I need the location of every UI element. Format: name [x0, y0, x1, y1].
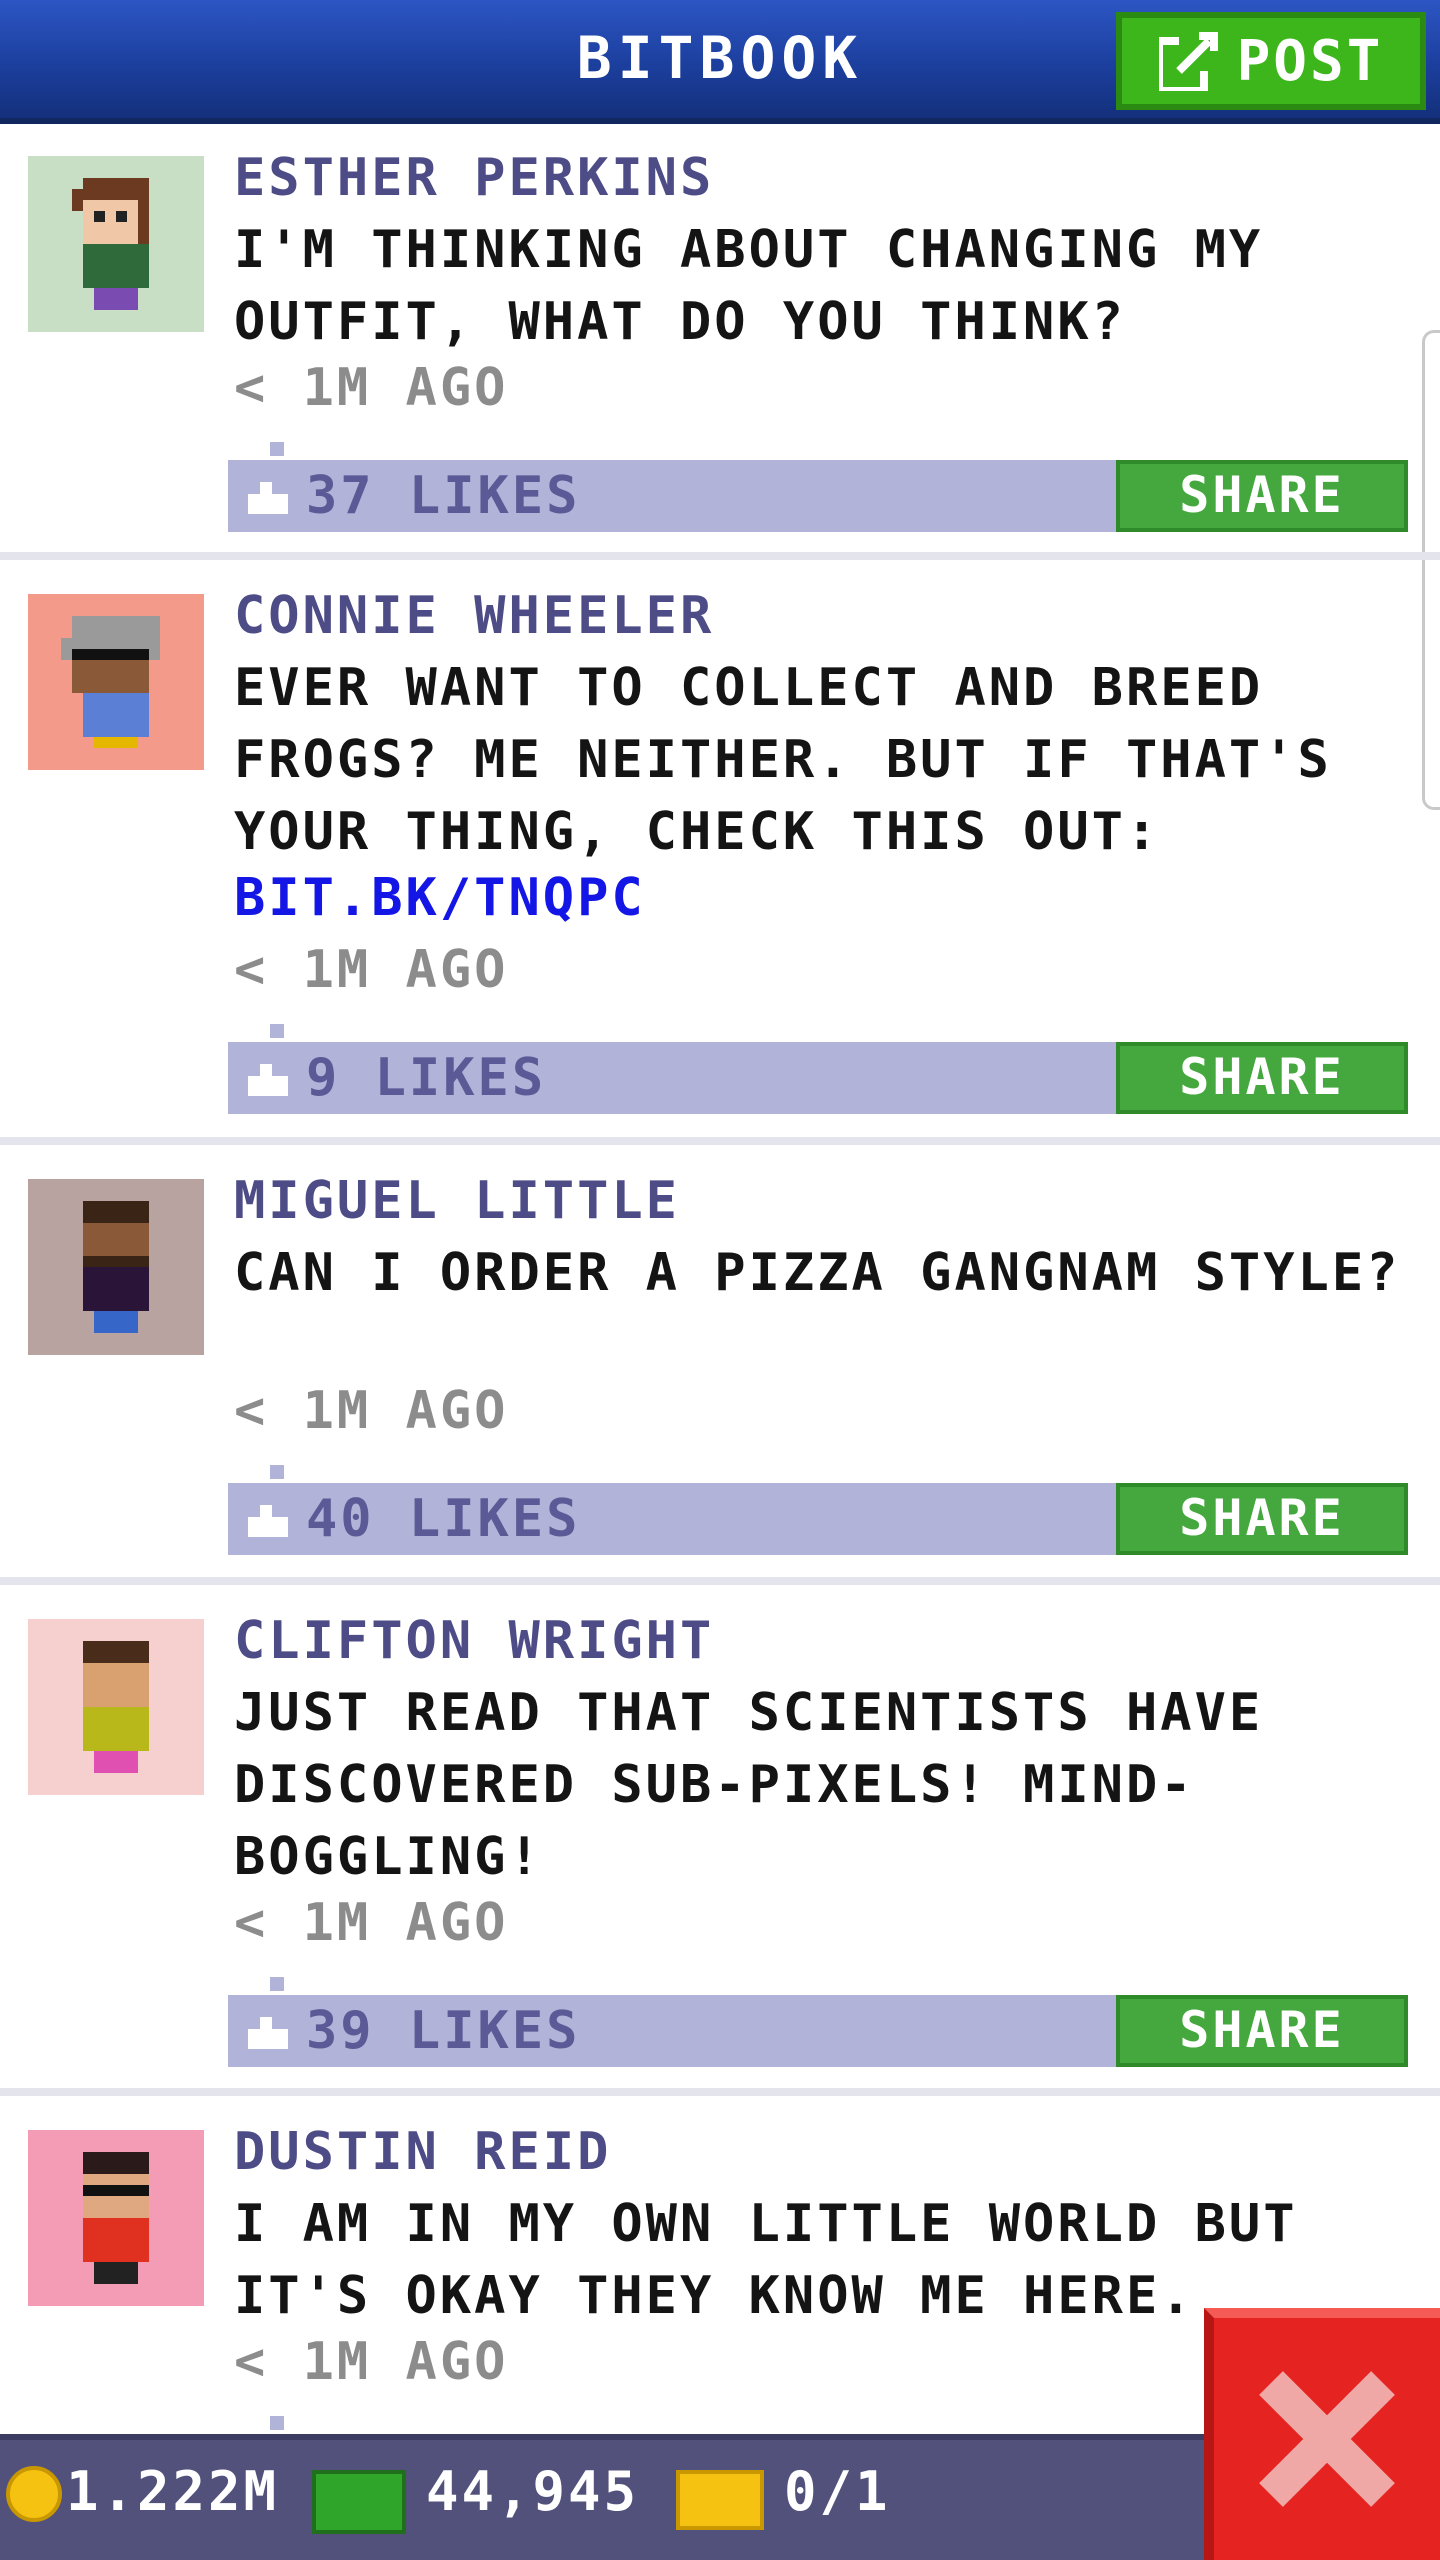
- avatar-sprite: [83, 1201, 149, 1333]
- avatar-sprite: [72, 178, 149, 310]
- avatar[interactable]: [28, 1179, 204, 1355]
- coin-count: 1.222M: [66, 2460, 280, 2523]
- feed-post: CLIFTON WRIGHT JUST READ THAT SCIENTISTS…: [0, 1593, 1440, 2096]
- avatar[interactable]: [28, 156, 204, 332]
- edit-icon: [1158, 31, 1219, 91]
- post-time: < 1M AGO: [234, 1893, 509, 1953]
- feed-post: ESTHER PERKINS I'M THINKING ABOUT CHANGI…: [0, 130, 1440, 560]
- post-text: I'M THINKING ABOUT CHANGING MY OUTFIT, W…: [234, 220, 1264, 352]
- avatar[interactable]: [28, 594, 204, 770]
- post-time: < 1M AGO: [234, 358, 509, 418]
- feed-post: CONNIE WHEELER EVER WANT TO COLLECT AND …: [0, 568, 1440, 1145]
- likes-bar-tab: [270, 1465, 284, 1479]
- post-time: < 1M AGO: [234, 2332, 509, 2392]
- coin-icon: [6, 2466, 62, 2522]
- thumbs-up-icon[interactable]: [248, 1505, 288, 1537]
- share-button[interactable]: SHARE: [1116, 1483, 1408, 1555]
- share-button[interactable]: SHARE: [1116, 1995, 1408, 2067]
- like-count: 37 LIKES: [306, 466, 581, 526]
- post-time: < 1M AGO: [234, 1381, 509, 1441]
- thumbs-up-icon[interactable]: [248, 2017, 288, 2049]
- post-text: JUST READ THAT SCIENTISTS HAVE DISCOVERE…: [234, 1683, 1264, 1887]
- thumbs-up-icon[interactable]: [248, 1064, 288, 1096]
- ticket-icon[interactable]: [676, 2470, 764, 2530]
- avatar[interactable]: [28, 2130, 204, 2306]
- like-count: 9 LIKES: [306, 1048, 547, 1108]
- post-text: EVER WANT TO COLLECT AND BREED FROGS? ME…: [234, 658, 1332, 862]
- author-name[interactable]: DUSTIN REID: [234, 2122, 611, 2182]
- post-link[interactable]: BIT.BK/TNQPC: [234, 868, 646, 928]
- avatar-sprite: [83, 2152, 149, 2284]
- bux-icon[interactable]: [312, 2470, 406, 2534]
- close-icon: [1259, 2371, 1395, 2507]
- likes-bar: 9 LIKES SHARE: [228, 1042, 1408, 1114]
- post-text: CAN I ORDER A PIZZA GANGNAM STYLE?: [234, 1243, 1401, 1303]
- thumbs-up-icon[interactable]: [248, 482, 288, 514]
- like-count: 39 LIKES: [306, 2001, 581, 2061]
- post-time: < 1M AGO: [234, 940, 509, 1000]
- feed-post: MIGUEL LITTLE CAN I ORDER A PIZZA GANGNA…: [0, 1153, 1440, 1585]
- likes-bar-tab: [270, 1977, 284, 1991]
- bux-count: 44,945: [426, 2460, 640, 2523]
- app-header: BITBOOK POST: [0, 0, 1440, 124]
- ticket-count: 0/1: [784, 2460, 891, 2523]
- share-button[interactable]: SHARE: [1116, 1042, 1408, 1114]
- author-name[interactable]: ESTHER PERKINS: [234, 148, 714, 208]
- avatar-sprite: [83, 1641, 149, 1773]
- likes-bar-tab: [270, 2416, 284, 2430]
- close-button[interactable]: [1204, 2308, 1440, 2560]
- post-button[interactable]: POST: [1116, 12, 1426, 110]
- likes-bar: 39 LIKES SHARE: [228, 1995, 1408, 2067]
- feed: ESTHER PERKINS I'M THINKING ABOUT CHANGI…: [0, 130, 1440, 2430]
- author-name[interactable]: CLIFTON WRIGHT: [234, 1611, 714, 1671]
- likes-bar-tab: [270, 442, 284, 456]
- likes-bar: 37 LIKES SHARE: [228, 460, 1408, 532]
- like-count: 40 LIKES: [306, 1489, 581, 1549]
- author-name[interactable]: MIGUEL LITTLE: [234, 1171, 680, 1231]
- likes-bar: 40 LIKES SHARE: [228, 1483, 1408, 1555]
- post-label: POST: [1236, 28, 1384, 94]
- share-button[interactable]: SHARE: [1116, 460, 1408, 532]
- likes-bar-tab: [270, 1024, 284, 1038]
- avatar[interactable]: [28, 1619, 204, 1795]
- avatar-sprite: [61, 616, 160, 748]
- author-name[interactable]: CONNIE WHEELER: [234, 586, 714, 646]
